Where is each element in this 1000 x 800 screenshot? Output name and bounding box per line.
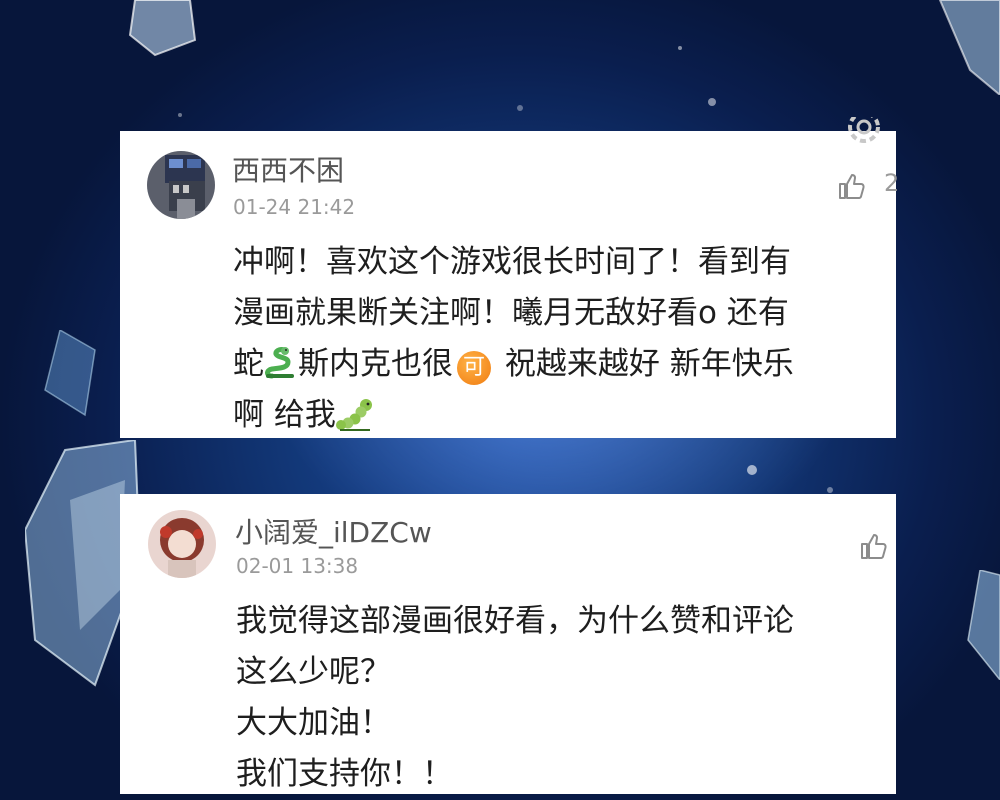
like-count: 2 <box>884 169 900 197</box>
snake-emoji <box>265 347 294 379</box>
comment-card: 小阔爱_ilDZCw 02-01 13:38 我觉得这部漫画很好看，为什么赞和评… <box>120 494 896 794</box>
comment-text: 冲啊！喜欢这个游戏很长时间了！看到有 漫画就果断关注啊！曦月无敌好看o 还有蛇斯内… <box>233 237 893 441</box>
username[interactable]: 西西不困 <box>232 149 344 189</box>
avatar[interactable] <box>147 151 215 219</box>
comment-card: 西西不困 01-24 21:42 2 冲啊！喜欢这个游戏很长时间了！看到有 漫画就… <box>120 117 900 441</box>
gear-icon[interactable] <box>840 117 888 153</box>
comment-text: 我觉得这部漫画很好看，为什么赞和评论 这么少呢？ 大大加油！ 我们支持你！！ <box>236 603 794 792</box>
comment-line: 漫画就果断关注啊！曦月无敌好看o 还有 <box>233 295 789 331</box>
comment-line: 祝越来越好 新年快乐 <box>495 346 794 382</box>
thumbs-up-icon[interactable] <box>836 171 866 201</box>
ke-badge-emoji: 可 <box>457 351 491 385</box>
comment-line: 冲啊！喜欢这个游戏很长时间了！看到有 <box>233 244 791 280</box>
username[interactable]: 小阔爱_ilDZCw <box>235 511 432 551</box>
comment-line: 啊 给我 <box>233 397 336 433</box>
bug-emoji <box>335 399 372 431</box>
comment-line: 蛇 <box>233 346 264 382</box>
avatar[interactable] <box>148 510 216 578</box>
timestamp: 02-01 13:38 <box>236 554 359 578</box>
comment-line: 斯内克也很 <box>298 346 453 382</box>
timestamp: 01-24 21:42 <box>233 195 356 219</box>
thumbs-up-icon[interactable] <box>858 531 888 561</box>
